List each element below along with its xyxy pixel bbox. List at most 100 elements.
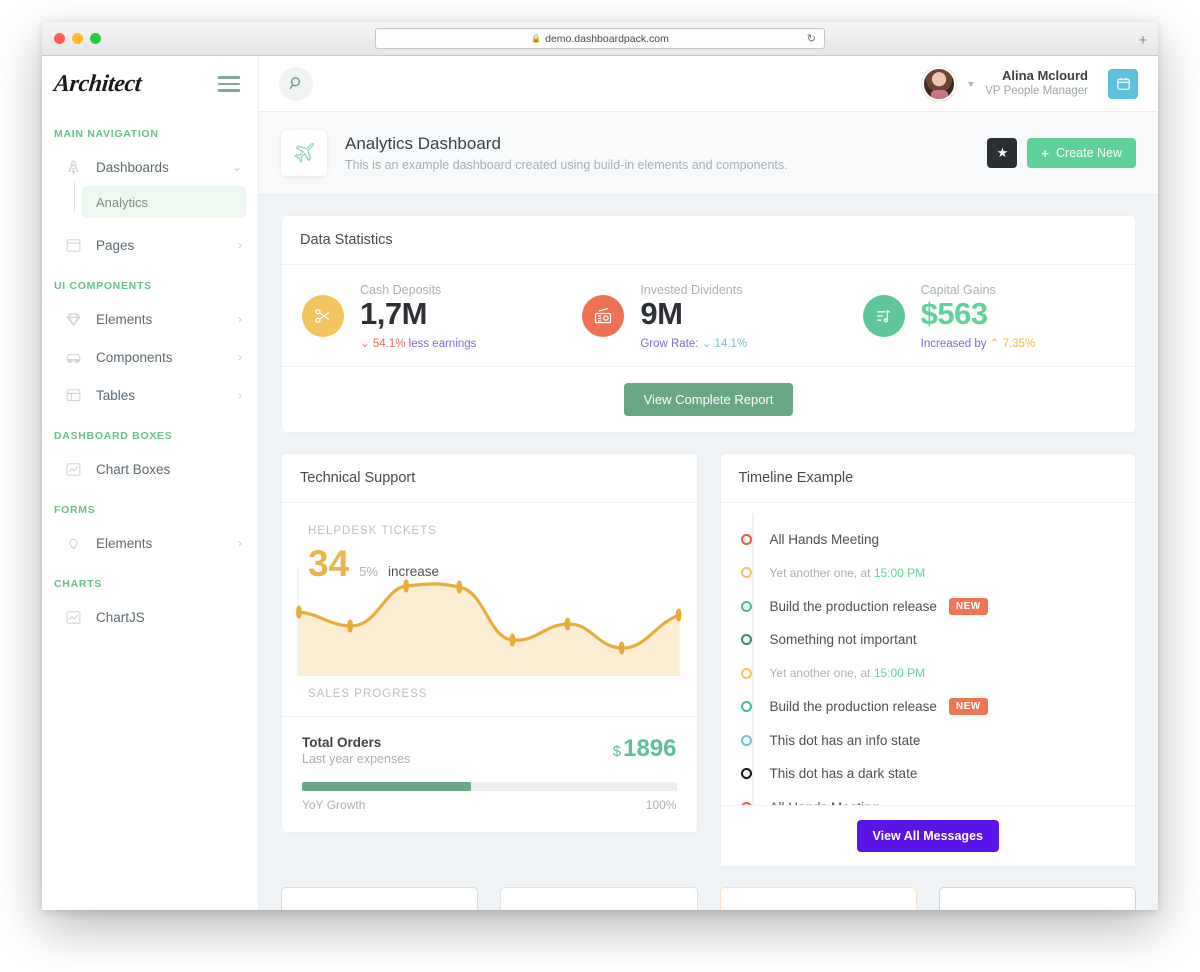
amount-value: 1896 xyxy=(623,735,676,762)
window-icon xyxy=(64,236,82,254)
timeline-item-text: Build the production release xyxy=(770,599,937,614)
yoy-progress-fill xyxy=(302,782,471,791)
browser-titlebar: 🔒 demo.dashboardpack.com ↻ + xyxy=(42,22,1158,56)
stat-cash-deposits-body: Cash Deposits 1,7M ⌄ 54.1% less earnings xyxy=(360,283,476,350)
window-controls[interactable] xyxy=(54,33,101,44)
table-icon xyxy=(64,386,82,404)
reload-icon[interactable]: ↻ xyxy=(807,32,816,45)
nav-section-charts: CHARTS xyxy=(42,562,258,598)
stat-footnote: ⌄ 54.1% less earnings xyxy=(360,336,476,350)
sidebar-item-elements-ui[interactable]: Elements › xyxy=(42,300,258,338)
technical-support-title: Technical Support xyxy=(282,454,697,503)
sidebar-item-label: Dashboards xyxy=(96,160,232,175)
sidebar-item-chartjs[interactable]: ChartJS xyxy=(42,598,258,636)
timeline-list[interactable]: All Hands MeetingYet another one, at 15:… xyxy=(721,503,1136,805)
nav-section-ui: UI COMPONENTS xyxy=(42,264,258,300)
chevron-down-icon[interactable]: ▼ xyxy=(966,79,975,89)
timeline-dot-icon xyxy=(741,567,752,578)
view-complete-report-button[interactable]: View Complete Report xyxy=(624,383,794,416)
nav-section-dashboard-boxes: DASHBOARD BOXES xyxy=(42,414,258,450)
timeline-item-text: Build the production release xyxy=(770,699,937,714)
avatar[interactable] xyxy=(922,67,956,101)
top-bar: ▼ Alina Mclourd VP People Manager xyxy=(259,56,1158,112)
mini-stat-card[interactable]: $1286 xyxy=(720,887,917,910)
timeline-item[interactable]: All Hands Meeting xyxy=(741,791,1116,805)
favorite-star-button[interactable]: ★ xyxy=(987,138,1017,168)
stat-percent: 7.35% xyxy=(1003,338,1036,350)
mini-stat-card[interactable]: $874 xyxy=(281,887,478,910)
search-icon[interactable] xyxy=(279,67,313,101)
timeline-dot-icon xyxy=(741,534,752,545)
stat-footnote: Grow Rate: ⌄ 14.1% xyxy=(640,336,747,350)
dashboard-scroll-area[interactable]: Data Statistics Cash Deposits xyxy=(259,195,1158,910)
technical-support-body: HELPDESK TICKETS 34 5% increase xyxy=(282,503,697,716)
sidebar-item-tables[interactable]: Tables › xyxy=(42,376,258,414)
timeline-item-text: This dot has an info state xyxy=(770,733,921,748)
timeline-dot-icon xyxy=(741,735,752,746)
timeline-dot-icon xyxy=(741,668,752,679)
address-bar[interactable]: 🔒 demo.dashboardpack.com ↻ xyxy=(375,28,825,49)
close-window-button[interactable] xyxy=(54,33,65,44)
timeline-item[interactable]: This dot has a dark state xyxy=(741,757,1116,791)
timeline-item[interactable]: Build the production releaseNEW xyxy=(741,590,1116,624)
data-statistics-row: Cash Deposits 1,7M ⌄ 54.1% less earnings xyxy=(282,265,1135,366)
timeline-item[interactable]: Build the production releaseNEW xyxy=(741,690,1116,724)
technical-support-column: Technical Support HELPDESK TICKETS 34 5%… xyxy=(281,453,698,867)
data-statistics-card: Data Statistics Cash Deposits xyxy=(281,215,1136,433)
stat-footnote: Increased by ⌃ 7.35% xyxy=(921,336,1036,350)
sidebar-item-elements-forms[interactable]: Elements › xyxy=(42,524,258,562)
bulb-icon xyxy=(64,534,82,552)
total-orders-amount: $1896 xyxy=(613,735,677,763)
maximize-window-button[interactable] xyxy=(90,33,101,44)
calendar-icon[interactable] xyxy=(1108,69,1138,99)
sales-progress-label: SALES PROGRESS xyxy=(296,676,683,716)
sidebar-item-components[interactable]: Components › xyxy=(42,338,258,376)
timeline-column: Timeline Example All Hands MeetingYet an… xyxy=(720,453,1137,867)
timeline-item[interactable]: All Hands Meeting xyxy=(741,523,1116,557)
radio-icon xyxy=(582,295,624,337)
new-tab-button[interactable]: + xyxy=(1134,31,1152,49)
yoy-growth-label: YoY Growth xyxy=(302,798,365,812)
timeline-dot-icon xyxy=(741,701,752,712)
mini-stat-card[interactable]: $1283 xyxy=(500,887,697,910)
timeline-item[interactable]: This dot has an info state xyxy=(741,724,1116,758)
stat-percent: 54.1% xyxy=(373,338,406,350)
sidebar-item-label: Chart Boxes xyxy=(96,462,242,477)
minimize-window-button[interactable] xyxy=(72,33,83,44)
sidebar-item-pages[interactable]: Pages › xyxy=(42,226,258,264)
page-header-text: Analytics Dashboard This is an example d… xyxy=(345,134,788,172)
sidebar-submenu-dashboards: Analytics xyxy=(42,186,258,218)
create-new-button[interactable]: + Create New xyxy=(1027,138,1136,168)
sidebar: Architect MAIN NAVIGATION Dashboards ⌄ xyxy=(42,56,259,910)
mini-stat-card[interactable]: $564 xyxy=(939,887,1136,910)
yoy-progress-footer: YoY Growth 100% xyxy=(302,798,677,812)
stat-label: Capital Gains xyxy=(921,283,1036,297)
sidebar-brand-row: Architect xyxy=(42,56,258,112)
sidebar-item-dashboards[interactable]: Dashboards ⌄ xyxy=(42,148,258,186)
sidebar-item-label: Pages xyxy=(96,238,238,253)
sidebar-item-label: Elements xyxy=(96,312,238,327)
user-role: VP People Manager xyxy=(985,84,1088,98)
timeline-item-text: Something not important xyxy=(770,632,917,647)
page-title: Analytics Dashboard xyxy=(345,134,788,154)
nav-section-main: MAIN NAVIGATION xyxy=(42,112,258,148)
chevron-right-icon: › xyxy=(238,388,242,402)
hamburger-icon[interactable] xyxy=(218,76,240,92)
sidebar-item-chart-boxes[interactable]: Chart Boxes xyxy=(42,450,258,488)
stat-cash-deposits: Cash Deposits 1,7M ⌄ 54.1% less earnings xyxy=(288,283,568,350)
timeline-item[interactable]: Yet another one, at 15:00 PM xyxy=(741,556,1116,590)
create-new-label: Create New xyxy=(1056,146,1122,160)
sidebar-item-analytics[interactable]: Analytics xyxy=(82,186,246,218)
page-header-actions: ★ + Create New xyxy=(987,138,1136,168)
view-all-messages-button[interactable]: View All Messages xyxy=(857,820,999,852)
brand-logo[interactable]: Architect xyxy=(53,71,143,98)
timeline-item[interactable]: Yet another one, at 15:00 PM xyxy=(741,657,1116,691)
total-orders-subtitle: Last year expenses xyxy=(302,752,410,766)
timeline-item[interactable]: Something not important xyxy=(741,623,1116,657)
plus-icon: + xyxy=(1041,146,1049,161)
timeline-title: Timeline Example xyxy=(721,454,1136,503)
chevron-right-icon: › xyxy=(238,238,242,252)
chart-icon xyxy=(64,608,82,626)
user-menu[interactable]: ▼ Alina Mclourd VP People Manager xyxy=(922,67,1138,101)
user-name: Alina Mclourd xyxy=(985,68,1088,84)
